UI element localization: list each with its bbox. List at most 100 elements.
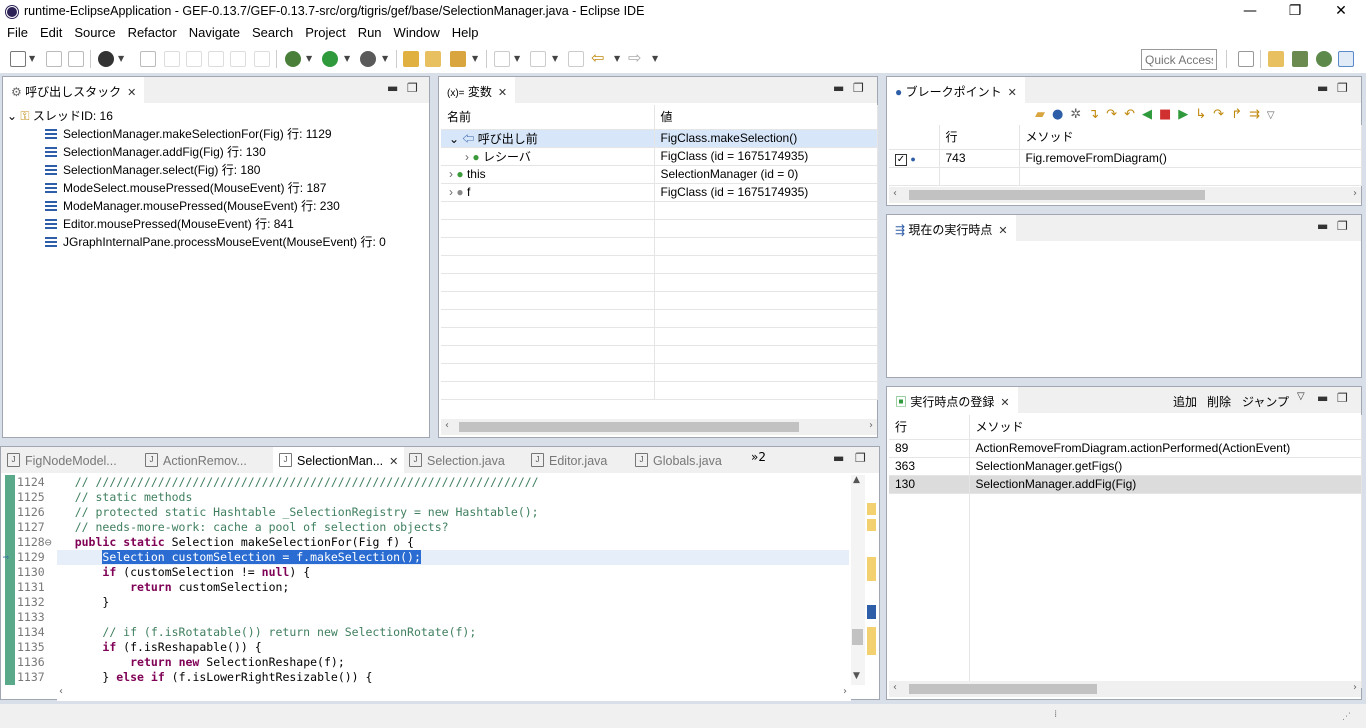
chevron-right-icon[interactable]: › — [465, 150, 469, 164]
stack-frame[interactable]: ModeManager.mousePressed(MouseEvent) 行: … — [7, 197, 386, 215]
scrollbar-thumb[interactable] — [909, 684, 1097, 694]
terminate-icon[interactable]: ■ — [1159, 107, 1178, 122]
stack-frame[interactable]: JGraphInternalPane.processMouseEvent(Mou… — [7, 233, 386, 251]
run-dropdown-icon[interactable]: ▼ — [344, 54, 350, 63]
chevron-down-icon[interactable]: ▽ — [1267, 110, 1282, 121]
prev-annotation-dropdown-icon[interactable]: ▼ — [552, 54, 558, 63]
scrollbar-thumb[interactable] — [909, 190, 1205, 200]
code-line[interactable]: 1132 } — [1, 595, 851, 610]
scroll-left-icon[interactable]: ‹ — [893, 682, 897, 693]
dropdown-icon[interactable]: ▼ — [118, 54, 124, 63]
thread-node[interactable]: ⌄ ⚿ スレッドID: 16 — [7, 107, 386, 125]
menu-file[interactable]: File — [0, 24, 33, 40]
tab-overflow-button[interactable]: »2 — [751, 450, 766, 464]
stack-frame[interactable]: SelectionManager.addFig(Fig) 行: 130 — [7, 143, 386, 161]
next-annotation-dropdown-icon[interactable]: ▼ — [514, 54, 520, 63]
variable-row[interactable]: › ● this SelectionManager (id = 0) — [441, 165, 878, 184]
current-line-marker[interactable] — [867, 605, 876, 619]
menu-window[interactable]: Window — [387, 24, 445, 40]
resize-grip-icon[interactable]: ⋰ — [1342, 712, 1351, 722]
horizontal-scrollbar[interactable]: ‹ › — [57, 685, 851, 701]
link-icon[interactable]: ● — [1052, 107, 1070, 122]
editor-tab[interactable]: J Editor.java — [525, 447, 613, 473]
debug-perspective-icon[interactable] — [98, 51, 114, 67]
close-icon[interactable]: ✕ — [389, 456, 398, 468]
scrollbar-thumb[interactable] — [459, 422, 799, 432]
checkbox-checked-icon[interactable]: ✓ — [895, 153, 907, 166]
stack-frame[interactable]: SelectionManager.select(Fig) 行: 180 — [7, 161, 386, 179]
jump-button[interactable]: ジャンプ — [1242, 393, 1289, 410]
menu-help[interactable]: Help — [445, 24, 484, 40]
quick-access-input[interactable] — [1141, 49, 1217, 70]
column-header-value[interactable]: 値 — [654, 105, 878, 130]
menu-run[interactable]: Run — [351, 24, 387, 40]
minimize-view-icon[interactable]: ▬ — [833, 81, 844, 95]
drop-frame-icon[interactable] — [208, 51, 224, 67]
code-line[interactable]: 1130 if (customSelection != null) { — [1, 565, 851, 580]
resource-perspective-icon[interactable] — [1268, 51, 1284, 67]
tab-call-stack[interactable]: ⚙ 呼び出しスタック ✕ — [3, 77, 145, 103]
minimize-view-icon[interactable]: ▬ — [1317, 391, 1328, 405]
menu-navigate[interactable]: Navigate — [182, 24, 245, 40]
save-icon[interactable] — [46, 51, 62, 67]
open-resource-icon[interactable] — [425, 51, 441, 67]
registry-row[interactable]: 89 ActionRemoveFromDiagram.actionPerforme… — [889, 439, 1362, 458]
close-icon[interactable]: ✕ — [998, 225, 1007, 237]
menu-project[interactable]: Project — [298, 24, 350, 40]
save-all-icon[interactable] — [68, 51, 84, 67]
horizontal-scrollbar[interactable]: ‹ › — [441, 419, 877, 435]
scrollbar-thumb[interactable] — [852, 629, 863, 645]
forward-arrow-icon[interactable]: ⇨ — [628, 50, 644, 67]
minimize-button[interactable]: — — [1235, 2, 1265, 22]
next-annotation-icon[interactable] — [494, 51, 510, 67]
chevron-right-icon[interactable]: › — [449, 185, 453, 199]
step-into-icon[interactable]: ↴ — [1088, 107, 1106, 122]
scroll-right-icon[interactable]: › — [1353, 188, 1357, 199]
step-back-icon[interactable]: ↳ — [1195, 107, 1213, 122]
step-filter-icon[interactable] — [186, 51, 202, 67]
close-icon[interactable]: ✕ — [1000, 397, 1009, 409]
stack-frame[interactable]: SelectionManager.makeSelectionFor(Fig) 行… — [7, 125, 386, 143]
view-menu-icon[interactable]: ▽ — [1297, 391, 1305, 402]
scroll-left-icon[interactable]: ‹ — [59, 686, 63, 697]
overview-ruler[interactable] — [865, 475, 879, 685]
minimize-view-icon[interactable]: ▬ — [387, 81, 398, 95]
code-area[interactable]: 1124 // ////////////////////////////////… — [1, 475, 851, 685]
debug-icon[interactable]: ✲ — [1070, 107, 1088, 122]
new-icon[interactable] — [10, 51, 26, 67]
minimize-view-icon[interactable]: ▬ — [833, 451, 844, 465]
drag-handle-icon[interactable]: ⁞ — [1054, 709, 1057, 720]
code-line[interactable]: 1136 return new SelectionReshape(f); — [1, 655, 851, 670]
custom-perspective-icon[interactable] — [1338, 51, 1354, 67]
debug-perspective-active-icon[interactable] — [1316, 51, 1332, 67]
pilcrow-icon[interactable] — [254, 51, 270, 67]
code-line[interactable]: 1134 // if (f.isRotatable()) return new … — [1, 625, 851, 640]
maximize-view-icon[interactable]: ❐ — [855, 451, 866, 465]
maximize-view-icon[interactable]: ❐ — [853, 81, 864, 95]
occurrence-marker[interactable] — [867, 519, 876, 531]
editor-tab[interactable]: J Globals.java — [629, 447, 728, 473]
step-next-icon[interactable]: ↷ — [1213, 107, 1231, 122]
registry-row-selected[interactable]: 130 SelectionManager.addFig(Fig) — [889, 475, 1362, 494]
editor-tab[interactable]: J Selection.java — [403, 447, 511, 473]
toggle-breakpoint-icon[interactable] — [140, 51, 156, 67]
chevron-right-icon[interactable]: › — [449, 167, 453, 181]
new-dropdown-icon[interactable]: ▼ — [29, 54, 35, 63]
code-line[interactable]: 1133 — [1, 610, 851, 625]
scroll-down-icon[interactable]: ▼ — [853, 671, 860, 681]
menu-search[interactable]: Search — [245, 24, 298, 40]
variable-row[interactable]: › ● レシーバ FigClass (id = 1675174935) — [441, 147, 878, 166]
restore-button[interactable]: ❐ — [1280, 2, 1310, 22]
chevron-down-icon[interactable]: ⌄ — [7, 109, 20, 123]
code-line[interactable]: 1135 if (f.isReshapable()) { — [1, 640, 851, 655]
debug-icon[interactable] — [285, 51, 301, 67]
scroll-right-icon[interactable]: › — [843, 686, 847, 697]
add-button[interactable]: 追加 — [1173, 393, 1197, 410]
back-arrow-icon[interactable]: ⇦ — [591, 50, 607, 67]
skip-breakpoints-icon[interactable] — [164, 51, 180, 67]
open-perspective-icon[interactable] — [1238, 51, 1254, 67]
code-line[interactable]: 1128⊖ public static Selection makeSelect… — [1, 535, 851, 550]
forward-dropdown-icon[interactable]: ▼ — [652, 54, 658, 63]
vertical-scrollbar[interactable]: ▲ ▼ — [851, 475, 865, 685]
occurrence-marker[interactable] — [867, 503, 876, 515]
